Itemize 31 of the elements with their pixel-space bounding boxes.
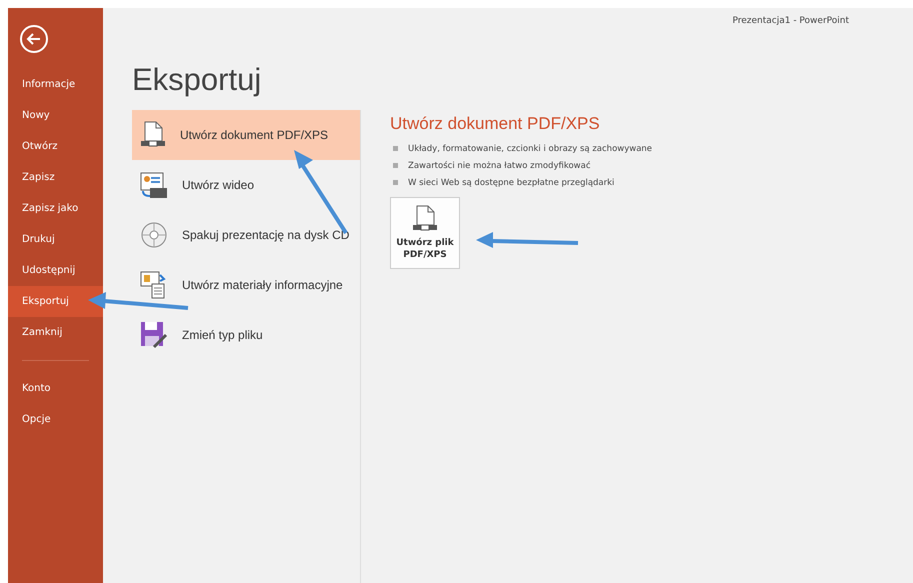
create-pdf-button[interactable]: Utwórz plik PDF/XPS [390,197,460,269]
sidebar-item[interactable]: Zamknij [8,317,103,348]
sidebar-item[interactable]: Otwórz [8,131,103,162]
sidebar-item[interactable]: Drukuj [8,224,103,255]
sidebar-item[interactable]: Zapisz [8,162,103,193]
disc-icon [140,221,168,249]
bullet-text: Układy, formatowanie, czcionki i obrazy są zachowywane [408,144,652,154]
export-option[interactable]: Utwórz dokument PDF/XPS [132,110,360,160]
export-option[interactable]: Utwórz materiały informacyjne [132,260,360,310]
bullet-icon [393,180,398,185]
document-icon [412,205,438,233]
video-icon [140,171,168,199]
page-heading: Eksportuj [132,62,262,98]
sidebar-item[interactable]: Informacje [8,69,103,100]
document-icon [140,121,166,149]
section-title: Utwórz dokument PDF/XPS [390,114,600,134]
sidebar-item[interactable]: Konto [8,373,103,404]
back-button[interactable] [19,24,49,54]
sidebar-item[interactable]: Eksportuj [8,286,103,317]
bullet-text: W sieci Web są dostępne bezpłatne przeglądarki [408,178,614,188]
sidebar-item[interactable]: Udostępnij [8,255,103,286]
floppy-disk-icon [140,321,168,349]
sidebar-item[interactable]: Zapisz jako [8,193,103,224]
sidebar-item[interactable]: Nowy [8,100,103,131]
sidebar-item[interactable]: Opcje [8,404,103,435]
bullet-icon [393,163,398,168]
bullet-text: Zawartości nie można łatwo zmodyfikować [408,160,590,170]
bullet-icon [393,146,398,151]
export-option[interactable]: Zmień typ pliku [132,310,360,360]
window-title: Prezentacja1 - PowerPoint [732,16,849,26]
handout-icon [140,271,168,299]
